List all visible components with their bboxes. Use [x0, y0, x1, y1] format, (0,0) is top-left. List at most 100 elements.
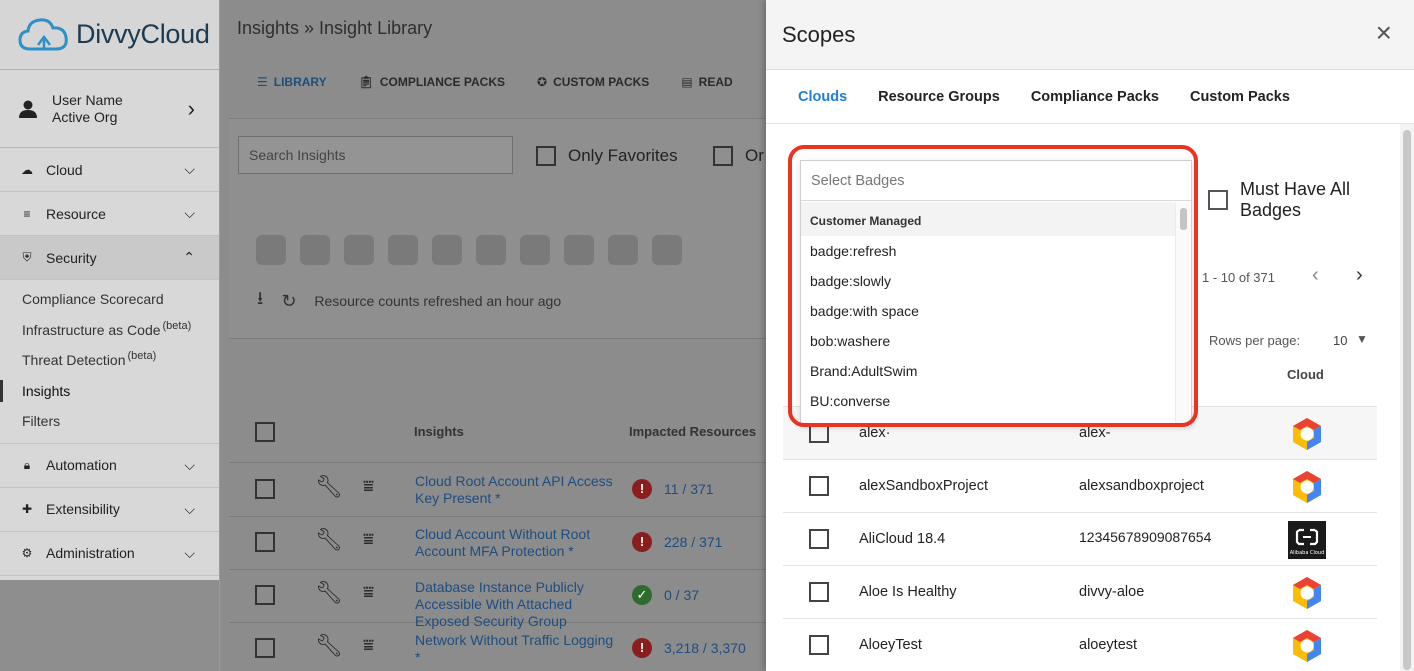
alibaba-icon[interactable]: [652, 235, 682, 265]
insight-link[interactable]: Cloud Root Account API Access Key Presen…: [415, 473, 615, 507]
book-icon: ▤: [681, 75, 693, 89]
caret-down-icon[interactable]: ▼: [1356, 332, 1368, 346]
second-filter-checkbox[interactable]: [713, 146, 733, 166]
row-checkbox[interactable]: [809, 476, 829, 496]
second-filter[interactable]: Or: [713, 146, 764, 166]
column-insights[interactable]: Insights: [414, 424, 464, 439]
kubernetes-icon[interactable]: [608, 235, 638, 265]
panel-scrollbar[interactable]: [1400, 124, 1414, 671]
tab-compliance-packs[interactable]: 📋︎ COMPLIANCE PACKS: [359, 75, 505, 89]
alibaba-icon: Alibaba Cloud: [1288, 521, 1326, 559]
gcp-icon: [1293, 630, 1321, 662]
wrench-icon[interactable]: 🔧︎: [315, 527, 343, 553]
filter-icon[interactable]: ⩸: [363, 529, 374, 550]
row-checkbox[interactable]: [255, 532, 275, 552]
account-name: alex·: [859, 425, 891, 441]
tab-custom-packs[interactable]: ✪ CUSTOM PACKS: [537, 75, 649, 89]
tab-clouds[interactable]: Clouds: [798, 89, 847, 105]
table-row: 🔧︎ ⩸ Cloud Account Without Root Account …: [229, 517, 766, 570]
nav-security-label: Security: [46, 249, 97, 266]
filter-icon[interactable]: ⩸: [363, 582, 374, 603]
nav-security[interactable]: ⛨ Security ⌃: [0, 236, 219, 280]
insight-link[interactable]: Cloud Account Without Root Account MFA P…: [415, 526, 615, 560]
badge-option[interactable]: badge:slowly: [801, 266, 1177, 296]
user-menu[interactable]: User Name Active Org ›: [0, 70, 219, 148]
gov-cloud-icon[interactable]: [300, 235, 330, 265]
dropdown-scrollbar[interactable]: [1175, 202, 1191, 426]
cloud-row[interactable]: AliCloud 18.4 12345678909087654 Alibaba …: [783, 512, 1377, 565]
row-checkbox[interactable]: [809, 423, 829, 443]
row-checkbox[interactable]: [255, 479, 275, 499]
wrench-icon[interactable]: 🔧︎: [315, 633, 343, 659]
filter-icon[interactable]: ⩸: [363, 476, 374, 497]
badge-option[interactable]: badge:with space: [801, 296, 1177, 326]
search-input[interactable]: Search Insights: [238, 136, 513, 174]
azure-gov-icon[interactable]: [564, 235, 594, 265]
nav-extensibility[interactable]: ✚ Extensibility ⌵: [0, 488, 219, 532]
cloud-row[interactable]: AloeyTest aloeytest: [783, 618, 1377, 671]
download-icon[interactable]: ⭳: [257, 286, 263, 316]
sub-infrastructure-as-code[interactable]: Infrastructure as Code (beta): [0, 315, 219, 346]
account-id: divvy-aloe: [1079, 584, 1145, 600]
row-checkbox[interactable]: [809, 635, 829, 655]
badge-select-input[interactable]: Select Badges: [801, 161, 1191, 201]
tab-label: COMPLIANCE PACKS: [379, 75, 506, 89]
badge-option[interactable]: Brand:AdultSwim: [801, 356, 1177, 386]
account-id: aloeytest: [1079, 637, 1138, 653]
alibaba-logo-text: Alibaba Cloud: [1290, 550, 1325, 556]
tab-custom-packs[interactable]: Custom Packs: [1190, 89, 1290, 105]
security-submenu: Compliance Scorecard Infrastructure as C…: [0, 280, 219, 444]
must-have-all-badges[interactable]: Must Have All Badges: [1208, 179, 1360, 221]
nav-automation[interactable]: 🔒︎ Automation ⌵: [0, 444, 219, 488]
impacted-count[interactable]: 3,218 / 3,370: [664, 640, 746, 656]
badge-option[interactable]: BU:converse: [801, 386, 1177, 416]
scrollbar-thumb[interactable]: [1403, 130, 1411, 670]
badge-option[interactable]: bob:washere: [801, 326, 1177, 356]
nav-resource[interactable]: ≡ Resource ⌵: [0, 192, 219, 236]
wrench-icon[interactable]: 🔧︎: [315, 474, 343, 500]
impacted-count[interactable]: 0 / 37: [664, 587, 699, 603]
cloud-row[interactable]: alexSandboxProject alexsandboxproject: [783, 459, 1377, 512]
nav-administration[interactable]: ⚙ Administration ⌵: [0, 532, 219, 576]
favorites-checkbox[interactable]: [536, 146, 556, 166]
sub-insights[interactable]: Insights: [0, 376, 219, 407]
column-impacted[interactable]: Impacted Resources: [629, 424, 756, 439]
insight-link[interactable]: Network Without Traffic Logging *: [415, 632, 615, 666]
rows-per-page-select[interactable]: 10: [1333, 333, 1347, 348]
gcp-icon[interactable]: [388, 235, 418, 265]
aws-icon[interactable]: [256, 235, 286, 265]
chevron-left-icon[interactable]: ‹: [1312, 264, 1319, 287]
tab-library[interactable]: ☰ LIBRARY: [257, 75, 327, 89]
close-icon[interactable]: ×: [1376, 18, 1392, 48]
sub-filters[interactable]: Filters: [0, 406, 219, 437]
only-favorites[interactable]: Only Favorites: [536, 146, 678, 166]
column-cloud[interactable]: Cloud: [1287, 367, 1324, 382]
refresh-icon[interactable]: ↻: [281, 291, 296, 312]
filter-icon[interactable]: ⩸: [363, 635, 374, 656]
cloud-row[interactable]: Aloe Is Healthy divvy-aloe: [783, 565, 1377, 618]
row-checkbox[interactable]: [809, 529, 829, 549]
tab-compliance-packs[interactable]: Compliance Packs: [1031, 89, 1159, 105]
select-all-checkbox[interactable]: [255, 422, 275, 442]
badge-option[interactable]: badge:refresh: [801, 236, 1177, 266]
sub-compliance-scorecard[interactable]: Compliance Scorecard: [0, 284, 219, 315]
dropdown-scrollbar-thumb[interactable]: [1180, 208, 1187, 230]
sub-threat-detection[interactable]: Threat Detection (beta): [0, 345, 219, 376]
row-checkbox[interactable]: [255, 638, 275, 658]
openstack-icon[interactable]: [476, 235, 506, 265]
aws-gov-icon[interactable]: [344, 235, 374, 265]
azure-icon[interactable]: [520, 235, 550, 265]
nav-administration-label: Administration: [46, 545, 135, 561]
must-have-all-checkbox[interactable]: [1208, 190, 1228, 210]
impacted-count[interactable]: 11 / 371: [664, 481, 714, 497]
impacted-count[interactable]: 228 / 371: [664, 534, 722, 550]
wrench-icon[interactable]: 🔧︎: [315, 580, 343, 606]
tab-resource-groups[interactable]: Resource Groups: [878, 89, 1000, 105]
nav-cloud[interactable]: ☁ Cloud ⌵: [0, 148, 219, 192]
row-checkbox[interactable]: [809, 582, 829, 602]
brand-logo[interactable]: DivvyCloud: [0, 0, 219, 70]
tab-read[interactable]: ▤ READ: [681, 75, 732, 89]
chevron-right-icon[interactable]: ›: [1356, 264, 1363, 287]
oracle-icon[interactable]: [432, 235, 462, 265]
row-checkbox[interactable]: [255, 585, 275, 605]
